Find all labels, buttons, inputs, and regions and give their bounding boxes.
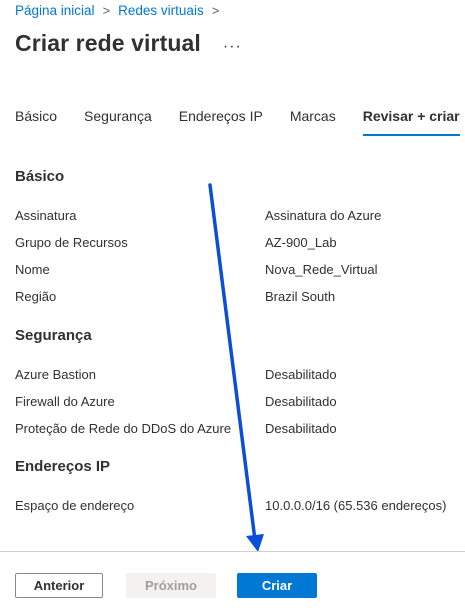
row-label: Nome bbox=[15, 262, 50, 277]
breadcrumb-separator: > bbox=[102, 3, 111, 18]
section-title-ip-addresses: Endereços IP bbox=[15, 458, 111, 475]
row-value: Desabilitado bbox=[265, 367, 337, 382]
page-title: Criar rede virtual bbox=[15, 30, 201, 56]
row-value: 10.0.0.0/16 (65.536 endereços) bbox=[265, 498, 447, 513]
section-title-basics: Básico bbox=[15, 168, 65, 185]
section-title-security: Segurança bbox=[15, 327, 92, 344]
row-value: Desabilitado bbox=[265, 394, 337, 409]
row-label: Assinatura bbox=[15, 208, 77, 223]
row-label: Firewall do Azure bbox=[15, 394, 115, 409]
row-label: Espaço de endereço bbox=[15, 498, 135, 513]
breadcrumb: Página inicial > Redes virtuais > bbox=[15, 3, 219, 18]
breadcrumb-home-link[interactable]: Página inicial bbox=[15, 3, 95, 18]
row-label: Grupo de Recursos bbox=[15, 235, 128, 250]
row-value: Nova_Rede_Virtual bbox=[265, 262, 378, 277]
tab-review-create[interactable]: Revisar + criar bbox=[362, 108, 460, 136]
row-label: Região bbox=[15, 289, 57, 304]
next-button[interactable]: Próximo bbox=[126, 573, 216, 598]
row-value: AZ-900_Lab bbox=[265, 235, 337, 250]
tab-tags[interactable]: Marcas bbox=[290, 108, 336, 136]
create-vnet-page: Página inicial > Redes virtuais > Criar … bbox=[0, 0, 465, 612]
row-value: Brazil South bbox=[265, 289, 336, 304]
annotation-arrow-icon bbox=[208, 183, 264, 552]
row-value: Desabilitado bbox=[265, 421, 337, 436]
row-label: Proteção de Rede do DDoS do Azure bbox=[15, 421, 232, 436]
tab-basics[interactable]: Básico bbox=[15, 108, 57, 136]
previous-button[interactable]: Anterior bbox=[15, 573, 103, 598]
create-button[interactable]: Criar bbox=[237, 573, 317, 598]
row-value: Assinatura do Azure bbox=[265, 208, 382, 223]
tab-ip-addresses[interactable]: Endereços IP bbox=[179, 108, 263, 136]
row-label: Azure Bastion bbox=[15, 367, 96, 382]
breadcrumb-separator: > bbox=[211, 3, 220, 18]
title-row: Criar rede virtual ··· bbox=[15, 30, 242, 57]
tab-security[interactable]: Segurança bbox=[84, 108, 152, 136]
more-options-icon[interactable]: ··· bbox=[223, 38, 242, 56]
footer-bar: Anterior Próximo Criar bbox=[0, 551, 465, 612]
breadcrumb-vnets-link[interactable]: Redes virtuais bbox=[118, 3, 204, 18]
wizard-tabs: Básico Segurança Endereços IP Marcas Rev… bbox=[15, 108, 460, 136]
